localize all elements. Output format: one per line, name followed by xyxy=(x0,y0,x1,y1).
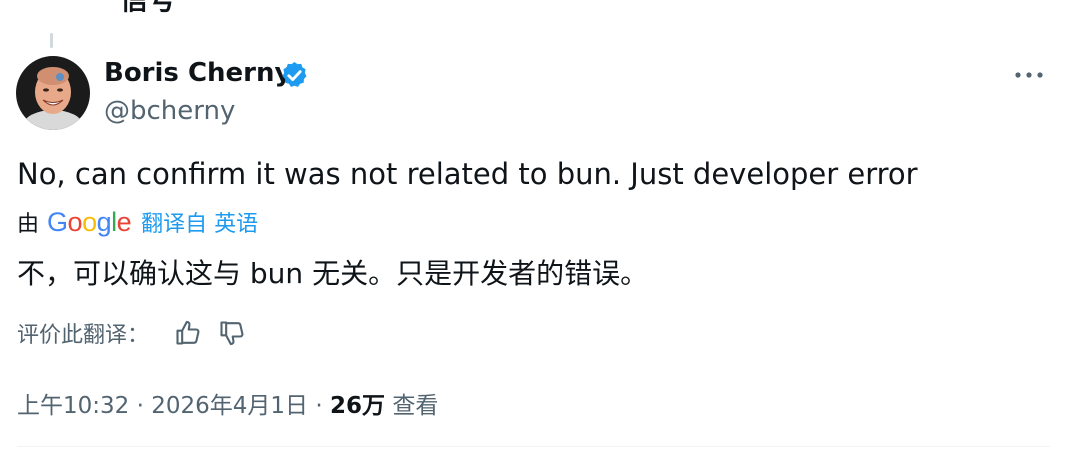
translated-from-link[interactable]: 翻译自 英语 xyxy=(141,206,258,238)
tweet-time[interactable]: 上午10:32 xyxy=(17,393,129,419)
tweet-detail-view: 信号 Boris Cherny @bcherny No, can confirm… xyxy=(0,0,1080,456)
author-display-name[interactable]: Boris Cherny xyxy=(104,58,291,88)
rate-translation-label: 评价此翻译： xyxy=(17,323,150,348)
views-label: 查看 xyxy=(392,393,439,419)
more-options-button[interactable] xyxy=(1008,58,1052,92)
tweet-meta: 上午10:32 · 2026年4月1日 · 26万 查看 xyxy=(17,386,438,420)
translated-by-label: 由 xyxy=(17,212,40,237)
rate-translation-row: 评价此翻译： xyxy=(17,316,259,350)
avatar-photo xyxy=(16,56,90,130)
thumb-up-icon xyxy=(176,320,200,345)
translation-attribution: 由 Google 翻译自 英语 xyxy=(17,204,258,240)
meta-separator: · xyxy=(315,393,323,419)
meta-separator: · xyxy=(136,393,144,419)
thumb-down-icon xyxy=(220,321,244,346)
thumb-up-button[interactable] xyxy=(171,316,205,350)
more-dots-icon xyxy=(1015,72,1043,78)
previous-tweet-text: 信号 xyxy=(120,0,176,18)
thread-connector-line xyxy=(50,33,53,48)
tweet-date[interactable]: 2026年4月1日 xyxy=(151,393,308,419)
tweet-text: No, can confirm it was not related to bu… xyxy=(17,157,918,191)
avatar[interactable] xyxy=(16,56,90,130)
thumb-down-button[interactable] xyxy=(215,316,249,350)
google-logo: Google xyxy=(47,206,132,237)
translated-tweet-text: 不，可以确认这与 bun 无关。只是开发者的错误。 xyxy=(17,257,649,290)
views-count: 26万 xyxy=(329,393,385,419)
divider xyxy=(17,446,1050,447)
verified-badge-icon xyxy=(282,61,307,87)
author-handle[interactable]: @bcherny xyxy=(104,96,235,126)
